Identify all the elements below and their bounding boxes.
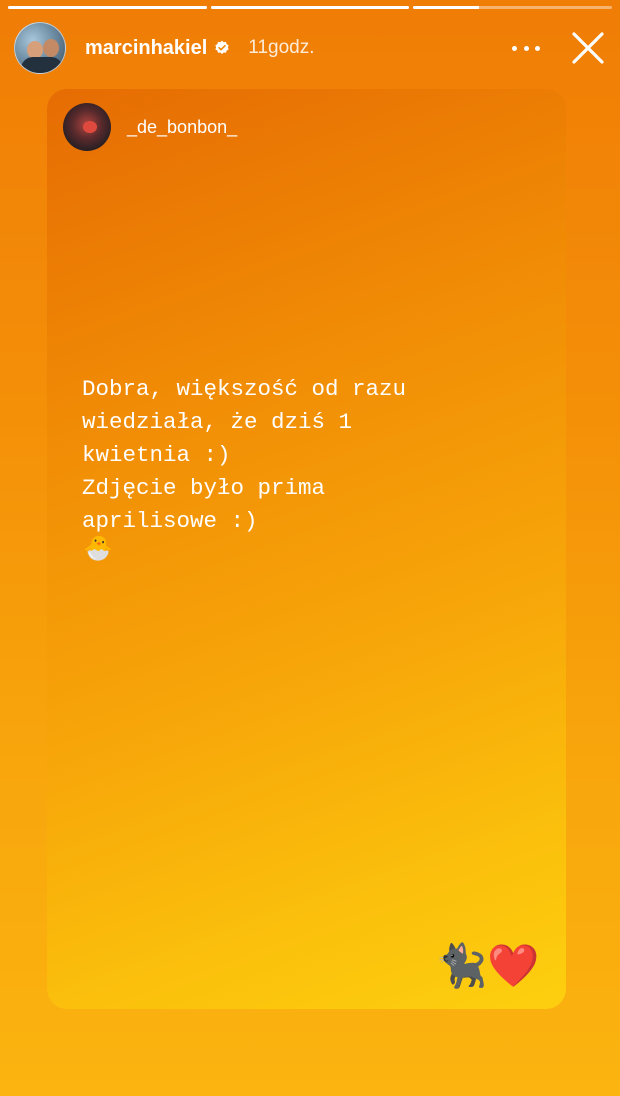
progress-segment-fill <box>8 6 207 9</box>
progress-segment <box>210 6 410 9</box>
shared-post-avatar[interactable] <box>63 103 111 151</box>
story-text: Dobra, większość od razu wiedziała, że d… <box>82 376 407 534</box>
progress-segment-fill <box>413 6 479 9</box>
avatar[interactable] <box>14 22 66 74</box>
black-cat-sticker: 🐈‍⬛ <box>435 942 488 989</box>
sticker-group: 🐈‍⬛ ❤️ <box>435 941 540 991</box>
progress-segment <box>413 6 613 9</box>
progress-segment <box>8 6 207 9</box>
shared-post-username[interactable]: _de_bonbon_ <box>127 117 237 138</box>
hatching-chick-emoji: 🐣 <box>83 535 113 562</box>
post-time: 11godz. <box>248 37 315 58</box>
close-button[interactable] <box>570 30 606 66</box>
progress-segment-fill <box>210 6 410 9</box>
story-header: marcinhakiel 11godz. <box>14 22 606 74</box>
shared-post-header[interactable]: _de_bonbon_ <box>63 102 237 152</box>
verified-badge-icon <box>214 40 230 56</box>
more-options-button[interactable] <box>512 36 540 60</box>
close-icon <box>572 32 604 64</box>
shared-post-card[interactable]: _de_bonbon_ Dobra, większość od razu wie… <box>47 89 566 1009</box>
username[interactable]: marcinhakiel <box>85 37 207 60</box>
red-heart-sticker: ❤️ <box>487 942 540 989</box>
more-horizontal-icon <box>512 45 517 51</box>
story-progress-bar <box>8 6 613 9</box>
